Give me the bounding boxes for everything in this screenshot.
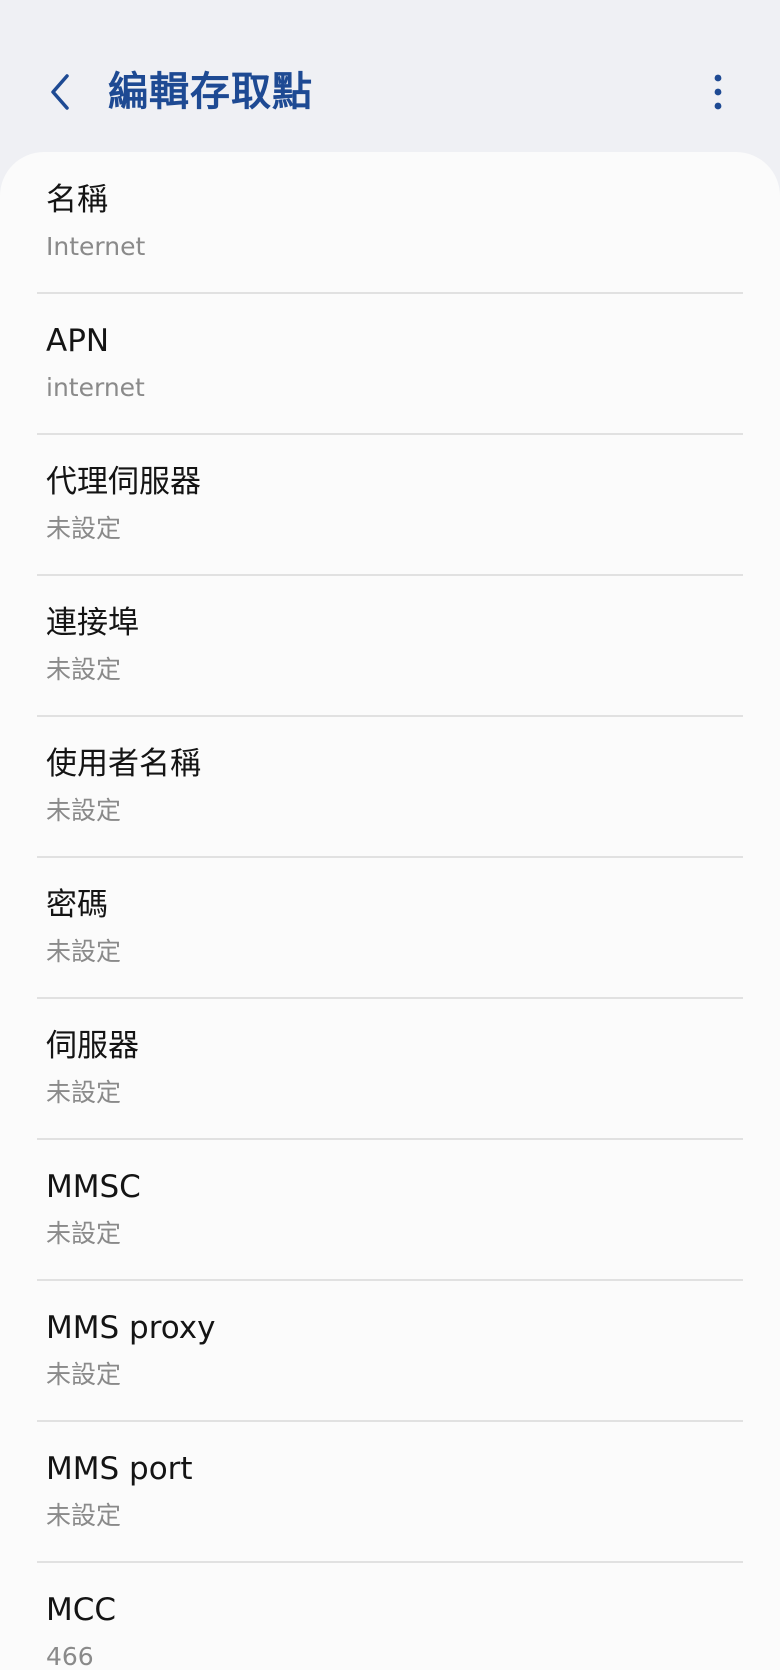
list-item-proxy[interactable]: 代理伺服器 未設定	[0, 434, 780, 574]
list-item-password[interactable]: 密碼 未設定	[0, 857, 780, 997]
chevron-left-icon	[51, 74, 69, 110]
item-label: MMS port	[46, 1451, 193, 1487]
list-item-apn[interactable]: APN internet	[0, 293, 780, 433]
app-bar: 編輯存取點	[0, 0, 780, 152]
item-label: 代理伺服器	[46, 464, 201, 500]
item-value: 466	[46, 1642, 94, 1670]
edit-apn-screen: 編輯存取點 名稱 Internet APN internet 代理伺服器 未設定…	[0, 0, 780, 1670]
item-value: 未設定	[46, 514, 122, 543]
page-title: 編輯存取點	[108, 69, 313, 115]
list-item-mcc[interactable]: MCC 466	[0, 1562, 780, 1670]
item-label: 使用者名稱	[46, 746, 201, 782]
item-value: 未設定	[46, 1360, 122, 1389]
item-label: MMSC	[46, 1169, 141, 1205]
item-label: 連接埠	[46, 605, 139, 641]
item-label: MMS proxy	[46, 1310, 216, 1346]
item-value: 未設定	[46, 937, 122, 966]
list-item-mms-port[interactable]: MMS port 未設定	[0, 1421, 780, 1561]
item-label: MCC	[46, 1592, 117, 1628]
item-value: 未設定	[46, 1078, 122, 1107]
list-item-username[interactable]: 使用者名稱 未設定	[0, 716, 780, 856]
list-item-name[interactable]: 名稱 Internet	[0, 152, 780, 292]
more-options-button[interactable]	[694, 62, 742, 122]
apn-settings-list: 名稱 Internet APN internet 代理伺服器 未設定 連接埠 未…	[0, 152, 780, 1670]
item-value: 未設定	[46, 1219, 122, 1248]
item-value: 未設定	[46, 655, 122, 684]
back-button[interactable]	[34, 62, 86, 122]
more-vert-icon	[714, 74, 722, 110]
list-item-server[interactable]: 伺服器 未設定	[0, 998, 780, 1138]
item-value: internet	[46, 373, 145, 402]
list-item-mmsc[interactable]: MMSC 未設定	[0, 1139, 780, 1279]
list-item-mms-proxy[interactable]: MMS proxy 未設定	[0, 1280, 780, 1420]
item-value: 未設定	[46, 796, 122, 825]
item-value: Internet	[46, 232, 146, 261]
item-value: 未設定	[46, 1501, 122, 1530]
list-item-port[interactable]: 連接埠 未設定	[0, 575, 780, 715]
item-label: 名稱	[46, 182, 108, 218]
item-label: 伺服器	[46, 1028, 139, 1064]
item-label: APN	[46, 323, 110, 359]
item-label: 密碼	[46, 887, 108, 923]
